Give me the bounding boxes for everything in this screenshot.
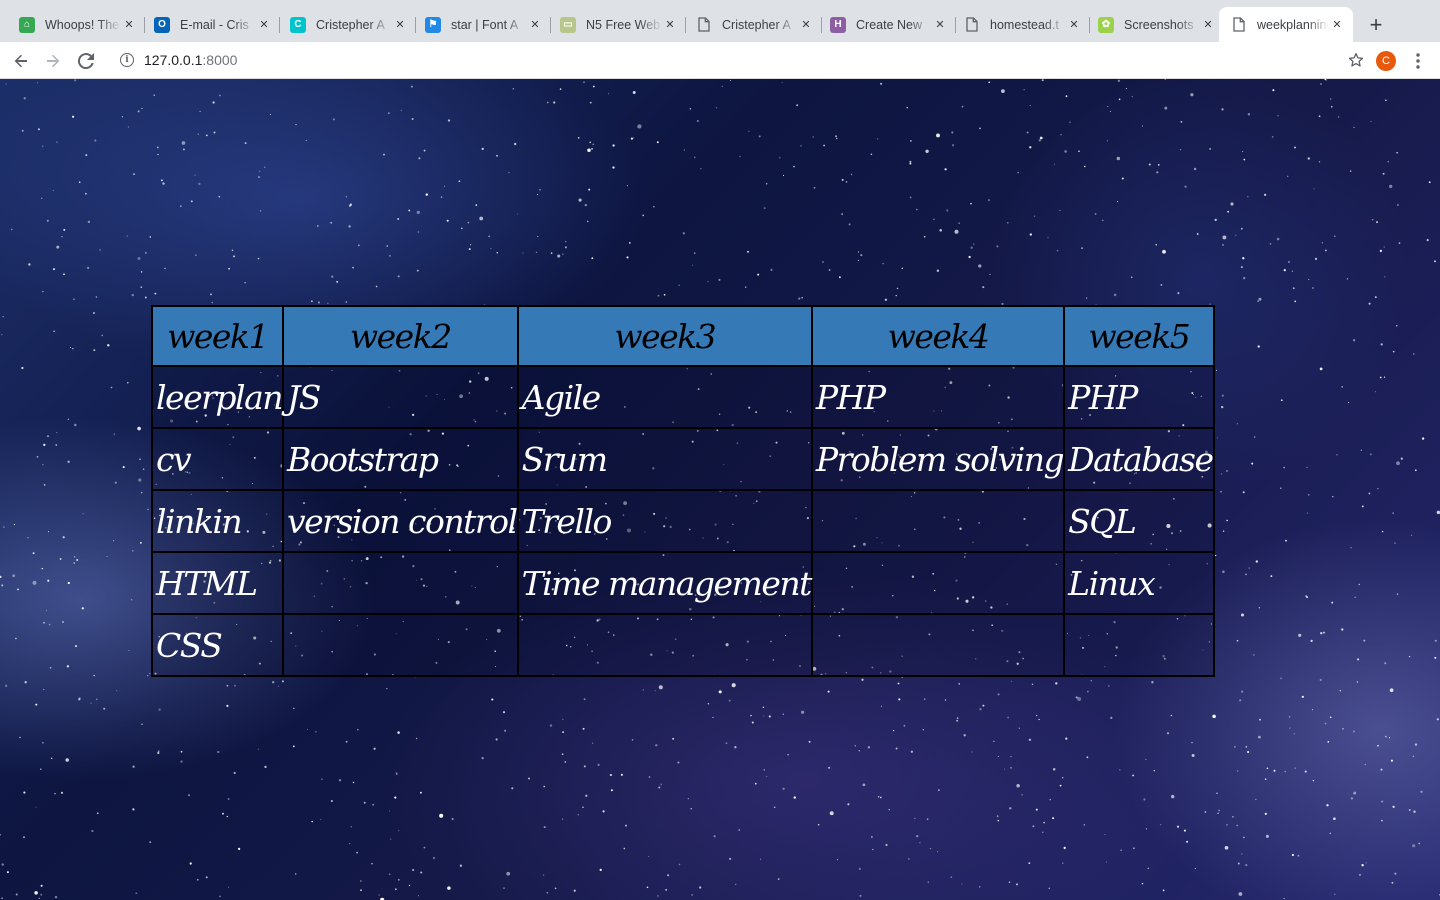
table-row: leerplan JS Agile PHP PHP [151,365,1215,429]
tab-close-icon[interactable]: ✕ [798,17,814,33]
reload-button[interactable] [73,48,99,74]
tab-close-icon[interactable]: ✕ [932,17,948,33]
week-planning-table: week1 week2 week3 week4 week5 leerplan JS Agil… [151,305,1215,677]
browser-tab[interactable]: O E-mail - Cris ✕ [142,7,280,42]
page-document-icon [696,17,712,33]
site-favicon-icon: O [154,16,170,33]
tab-close-icon[interactable]: ✕ [392,17,408,33]
address-bar[interactable]: i 127.0.0.1:8000 [108,45,1368,75]
url-host: 127.0.0.1 [144,52,203,68]
tab-title: homestead.t [990,17,1059,32]
toolbar: i 127.0.0.1:8000 C [0,42,1440,79]
browser-menu-button[interactable] [1408,49,1428,73]
table-cell [516,613,813,677]
table-cell: CSS [151,613,284,677]
browser-tab[interactable]: Cristepher A ✕ [684,7,822,42]
page-document-icon [964,17,980,33]
table-cell: leerplan [151,365,284,429]
tab-title: N5 Free Web [586,17,661,32]
page-content: week1 week2 week3 week4 week5 leerplan JS Agil… [0,79,1440,900]
browser-tab[interactable]: ✿ Screenshots ✕ [1086,7,1224,42]
table-cell: Trello [516,489,813,553]
tab-title: Create New [856,17,922,32]
browser-tab[interactable]: ▭ N5 Free Web ✕ [548,7,686,42]
tab-close-icon[interactable]: ✕ [527,17,543,33]
back-arrow-icon [14,54,27,68]
table-row: CSS [151,613,1215,677]
table-cell: Srum [516,427,813,491]
table-cell [282,613,519,677]
table-cell: PHP [810,365,1066,429]
tab-title: E-mail - Cris [180,17,249,32]
tab-close-icon[interactable]: ✕ [121,17,137,33]
profile-avatar[interactable]: C [1376,51,1396,71]
page-document-icon [1231,17,1247,33]
column-header-week3: week3 [516,305,813,367]
tab-title: weekplanning [1257,17,1329,32]
back-button[interactable] [8,48,34,74]
table-row: linkin version control Trello SQL [151,489,1215,553]
browser-tab[interactable]: ⚑ star | Font A ✕ [413,7,551,42]
table-cell: SQL [1063,489,1215,553]
browser-tab[interactable]: C Cristepher A ✕ [278,7,416,42]
table-cell: JS [282,365,519,429]
table-cell: HTML [151,551,284,615]
url-text: 127.0.0.1:8000 [144,52,237,68]
browser-tab[interactable]: H Create New ✕ [818,7,956,42]
browser-tab[interactable]: weekplanning ✕ [1219,7,1353,42]
table-cell [810,613,1066,677]
table-row: HTML Time management Linux [151,551,1215,615]
site-favicon-icon: C [290,16,306,33]
browser-tab[interactable]: homestead.t ✕ [952,7,1090,42]
tab-title: Cristepher A [722,17,791,32]
table-cell: Linux [1063,551,1215,615]
column-header-week1: week1 [151,305,284,367]
forward-button[interactable] [40,48,66,74]
table-cell [810,551,1066,615]
table-cell: Time management [516,551,813,615]
table-cell: PHP [1063,365,1215,429]
table-cell: Bootstrap [282,427,519,491]
table-cell: Agile [516,365,813,429]
browser-tab[interactable]: ⌂ Whoops! The ✕ [7,7,145,42]
url-port: :8000 [202,52,238,68]
site-favicon-icon: H [830,16,846,33]
forward-arrow-icon [47,54,60,68]
table-cell: cv [151,427,284,491]
more-vert-icon [1416,53,1420,69]
column-header-week2: week2 [282,305,519,367]
tab-title: Whoops! The [45,17,120,32]
tab-close-icon[interactable]: ✕ [256,17,272,33]
site-favicon-icon: ▭ [560,16,576,33]
table-cell [282,551,519,615]
tab-strip: ⌂ Whoops! The ✕ O E-mail - Cris ✕ C Cristepher … [0,0,1440,42]
tab-title: Cristepher A [316,17,385,32]
tab-title: star | Font A [451,17,519,32]
table-cell [1063,613,1215,677]
table-row: cv Bootstrap Srum Problem solving Database [151,427,1215,491]
tab-close-icon[interactable]: ✕ [1329,17,1345,33]
site-favicon-icon: ⚑ [425,16,441,33]
tab-close-icon[interactable]: ✕ [1066,17,1082,33]
column-header-week4: week4 [810,305,1066,367]
tab-title: Screenshots [1124,17,1194,32]
new-tab-button[interactable]: + [1364,12,1388,37]
star-icon [1348,53,1364,67]
table-cell: Problem solving [810,427,1066,491]
table-cell: linkin [151,489,284,553]
site-favicon-icon: ✿ [1098,16,1114,33]
column-header-week5: week5 [1063,305,1215,367]
reload-icon [77,53,94,70]
bookmark-star-button[interactable] [1344,48,1368,72]
info-icon[interactable]: i [120,53,134,67]
tab-close-icon[interactable]: ✕ [1200,17,1216,33]
table-cell: version control [282,489,519,553]
table-cell [810,489,1066,553]
table-header-row: week1 week2 week3 week4 week5 [151,305,1215,367]
tab-close-icon[interactable]: ✕ [662,17,678,33]
table-cell: Database [1063,427,1215,491]
site-favicon-icon: ⌂ [19,16,35,33]
